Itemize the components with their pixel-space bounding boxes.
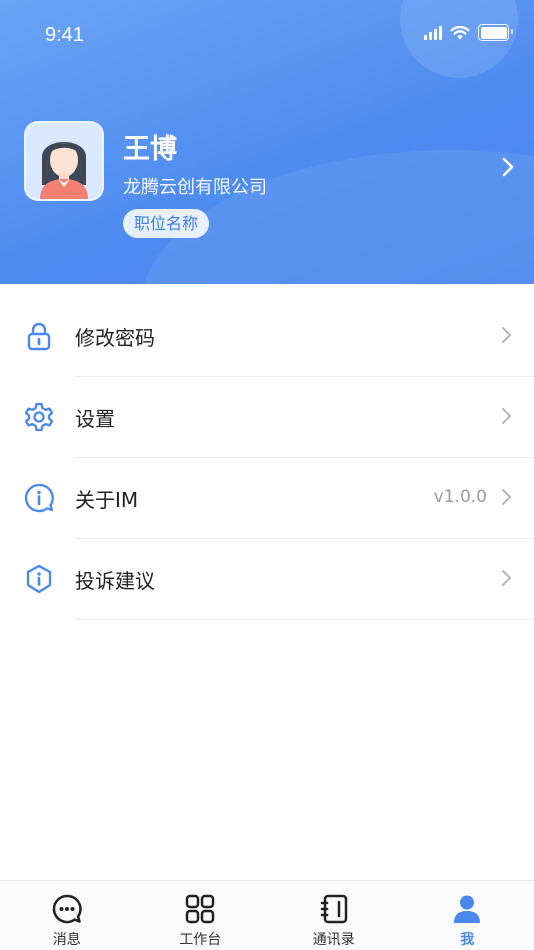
menu-label: 投诉建议 <box>75 569 155 593</box>
shield-info-icon <box>26 564 52 594</box>
gear-icon <box>24 402 54 432</box>
status-time: 9:41 <box>45 24 84 46</box>
menu-item-feedback[interactable]: 投诉建议 <box>0 539 534 620</box>
chevron-right-icon <box>502 408 511 424</box>
person-icon <box>454 895 481 923</box>
tab-messages[interactable]: 消息 <box>0 881 134 950</box>
tab-label: 我 <box>460 932 475 948</box>
tab-label: 通讯录 <box>312 932 355 948</box>
menu-item-about[interactable]: 关于IM v1.0.0 <box>0 458 534 539</box>
chevron-right-icon <box>502 570 511 586</box>
tab-contacts[interactable]: 通讯录 <box>267 881 401 950</box>
menu-label: 设置 <box>75 407 115 431</box>
status-icons <box>424 24 513 41</box>
chevron-right-icon[interactable] <box>502 157 514 177</box>
chevron-right-icon <box>502 327 511 343</box>
wifi-icon <box>450 25 470 40</box>
chat-bubble-icon <box>52 894 82 924</box>
cellular-signal-icon <box>424 25 442 40</box>
tab-me[interactable]: 我 <box>401 881 534 950</box>
lock-icon <box>27 322 51 351</box>
position-badge: 职位名称 <box>123 209 210 238</box>
user-avatar-illustration <box>26 123 102 199</box>
settings-menu: 修改密码 设置 关于IM v1.0.0 投诉建议 <box>0 296 534 620</box>
divider <box>75 619 534 620</box>
info-chat-icon <box>24 483 54 513</box>
menu-item-settings[interactable]: 设置 <box>0 377 534 458</box>
version-text: v1.0.0 <box>433 487 487 507</box>
menu-item-change-password[interactable]: 修改密码 <box>0 296 534 377</box>
tab-label: 消息 <box>52 932 81 948</box>
menu-label: 修改密码 <box>75 326 155 350</box>
tab-workbench[interactable]: 工作台 <box>134 881 268 950</box>
grid-icon <box>186 894 215 924</box>
profile-card[interactable]: 王博 龙腾云创有限公司 职位名称 <box>24 121 524 241</box>
tab-label: 工作台 <box>179 932 222 948</box>
contacts-book-icon <box>320 894 347 924</box>
avatar[interactable] <box>24 121 104 201</box>
user-company: 龙腾云创有限公司 <box>123 177 267 198</box>
battery-icon <box>478 24 513 41</box>
user-name: 王博 <box>123 134 177 165</box>
profile-header: 9:41 王博 龙腾云创有限公司 职位名称 <box>0 0 534 284</box>
bottom-tab-bar: 消息 工作台 通讯录 我 <box>0 880 534 950</box>
status-bar: 9:41 <box>0 0 534 70</box>
menu-label: 关于IM <box>75 488 139 512</box>
chevron-right-icon <box>502 489 511 505</box>
